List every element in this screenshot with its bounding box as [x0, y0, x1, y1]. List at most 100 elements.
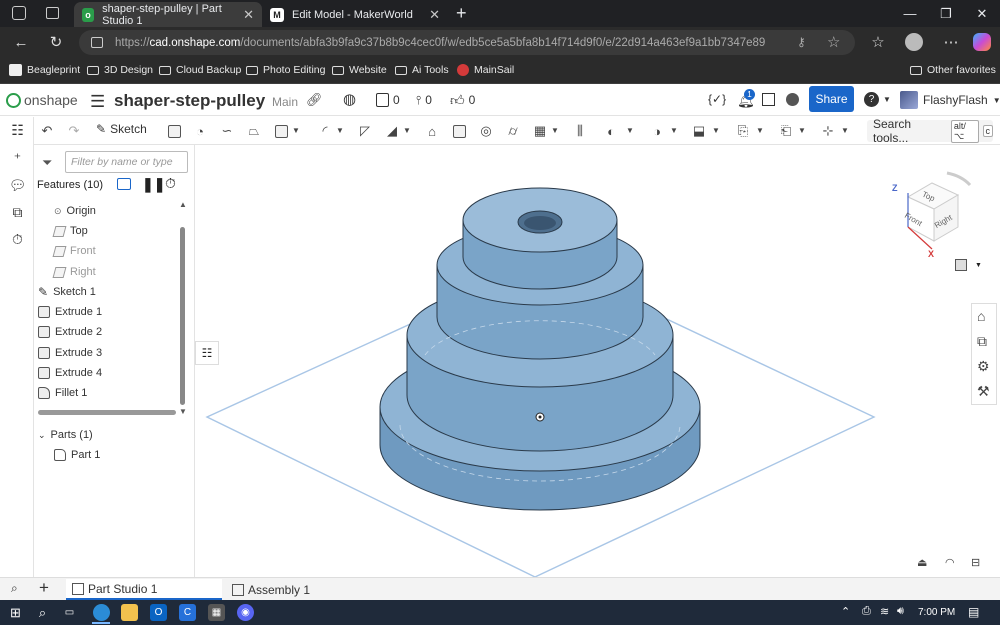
- back-icon[interactable]: ←: [9, 31, 33, 53]
- site-info-icon[interactable]: [91, 37, 103, 48]
- chevron-down-icon[interactable]: ▼: [403, 126, 411, 135]
- search-icon[interactable]: ⌕: [34, 604, 51, 621]
- mirror-icon[interactable]: ⫼: [571, 122, 589, 140]
- feature-extrude-1[interactable]: Extrude 1: [38, 303, 102, 321]
- loft-icon[interactable]: ⏢: [245, 122, 263, 140]
- restore-icon[interactable]: ❐: [929, 0, 963, 27]
- bookmark-cloud-backup[interactable]: Cloud Backup: [159, 64, 241, 76]
- model-canvas[interactable]: [195, 145, 1000, 578]
- refresh-icon[interactable]: ↻: [44, 31, 68, 53]
- appearance-panel-icon[interactable]: ⌂: [977, 308, 985, 324]
- hamburger-menu-icon[interactable]: ☰: [90, 92, 105, 112]
- workspaces-icon[interactable]: [12, 6, 26, 20]
- user-menu[interactable]: FlashyFlash ▼: [900, 91, 1000, 109]
- likes-button[interactable]: 👍︎ 0: [450, 91, 475, 109]
- rib-icon[interactable]: ⌂: [423, 122, 441, 140]
- favorites-icon[interactable]: ☆: [866, 31, 890, 53]
- network-icon[interactable]: ⎙: [862, 605, 871, 618]
- search-tools-button[interactable]: Search tools... alt/⌥ c: [867, 117, 993, 145]
- history-icon[interactable]: ⏱︎: [9, 231, 26, 247]
- more-menu-icon[interactable]: ⋯: [939, 31, 963, 53]
- key-icon[interactable]: ⚷: [797, 35, 806, 49]
- feature-top-plane[interactable]: Top: [52, 222, 88, 240]
- clock[interactable]: 7:00 PM: [918, 607, 955, 618]
- chevron-down-icon[interactable]: ▼: [841, 126, 849, 135]
- comments-icon[interactable]: 💬︎: [9, 177, 27, 193]
- draft-icon[interactable]: ◢: [383, 122, 401, 140]
- app-store-icon[interactable]: [762, 93, 775, 106]
- onshape-logo[interactable]: onshape: [6, 92, 78, 108]
- chevron-down-icon[interactable]: ▼: [292, 126, 300, 135]
- shell-icon[interactable]: [450, 122, 468, 140]
- versions-button[interactable]: 0: [376, 91, 400, 109]
- revolve-icon[interactable]: ◔: [191, 122, 209, 140]
- chevron-down-icon[interactable]: ▼: [712, 126, 720, 135]
- mass-properties-icon[interactable]: ⧉: [977, 333, 987, 350]
- task-view-icon[interactable]: ▭: [61, 604, 78, 621]
- bookmark-3d-design[interactable]: 3D Design: [87, 64, 153, 76]
- edge-browser-icon[interactable]: [93, 604, 110, 621]
- feature-list-scrollbar[interactable]: [180, 227, 185, 405]
- document-name[interactable]: shaper-step-pulley: [114, 91, 265, 111]
- chevron-down-icon[interactable]: ▼: [756, 126, 764, 135]
- feature-fillet-1[interactable]: Fillet 1: [38, 384, 87, 402]
- chevron-down-icon[interactable]: ▼: [551, 126, 559, 135]
- thicken-icon[interactable]: [272, 122, 290, 140]
- view-cube[interactable]: Top Front Right Z X: [892, 167, 980, 267]
- extrude-icon[interactable]: [165, 122, 183, 140]
- insert-icon[interactable]: ⁺: [9, 150, 26, 166]
- minimize-icon[interactable]: —: [893, 0, 927, 27]
- feature-extrude-2[interactable]: Extrude 2: [38, 323, 102, 341]
- bookmark-other-favorites[interactable]: Other favorites: [910, 64, 996, 76]
- chevron-down-icon[interactable]: ▼: [670, 126, 678, 135]
- globe-icon[interactable]: ◍: [343, 90, 356, 108]
- chevron-down-icon[interactable]: ▼: [975, 262, 982, 269]
- bookmark-website[interactable]: Website: [332, 64, 387, 76]
- help-icon[interactable]: ?: [864, 92, 879, 107]
- help-menu-caret[interactable]: ▼: [883, 95, 891, 104]
- pattern-icon[interactable]: ▦: [531, 122, 549, 140]
- graphics-viewport[interactable]: Top Front Right Z X ▼ ☷ ⏏ ◠ ⊟: [195, 145, 1000, 578]
- transform-icon[interactable]: ⬓: [690, 122, 708, 140]
- hole-icon[interactable]: ◎: [477, 122, 495, 140]
- feature-filter-input[interactable]: Filter by name or type: [65, 151, 188, 173]
- feature-list-icon[interactable]: ☷: [9, 122, 26, 138]
- volume-icon[interactable]: 🔊︎: [897, 605, 904, 618]
- fillet-icon[interactable]: ◜: [316, 122, 334, 140]
- link-icon[interactable]: 🔗︎: [306, 92, 323, 108]
- tray-overflow-icon[interactable]: ⌃: [841, 605, 850, 618]
- url-field[interactable]: https://cad.onshape.com/documents/abfa3b…: [79, 30, 855, 55]
- feature-origin[interactable]: ⊙ Origin: [54, 202, 96, 220]
- part-item[interactable]: Part 1: [54, 446, 100, 464]
- split-icon[interactable]: ◑: [648, 122, 666, 140]
- measure-icon[interactable]: ⊟: [971, 556, 980, 569]
- favorite-star-icon[interactable]: ☆: [827, 33, 840, 51]
- windows-start-icon[interactable]: ⊞: [7, 604, 24, 621]
- scroll-up-icon[interactable]: ▲: [179, 200, 187, 209]
- branch-name[interactable]: Main: [272, 95, 298, 109]
- copilot-icon[interactable]: [973, 33, 991, 51]
- tab-assembly-1[interactable]: Assembly 1: [226, 579, 316, 600]
- variable-studio-icon[interactable]: {✓}: [708, 92, 726, 106]
- configurations-icon[interactable]: ⧉: [9, 204, 26, 220]
- pause-icon[interactable]: ❚❚: [142, 176, 165, 193]
- wifi-icon[interactable]: ≋: [880, 605, 889, 618]
- chevron-down-icon[interactable]: ▼: [798, 126, 806, 135]
- outlook-icon[interactable]: O: [150, 604, 167, 621]
- render-icon[interactable]: ⚙︎: [977, 358, 990, 375]
- chevron-down-icon[interactable]: ▼: [336, 126, 344, 135]
- new-tab-icon[interactable]: +: [456, 3, 467, 24]
- modify-fillet-icon[interactable]: ⎗: [777, 122, 795, 140]
- zoom-fit-icon[interactable]: ⏏: [917, 556, 927, 569]
- bookmark-beagleprint[interactable]: Beagleprint: [9, 64, 80, 76]
- add-folder-icon[interactable]: [117, 178, 131, 190]
- chamfer-icon[interactable]: ◸: [356, 122, 374, 140]
- horizontal-scrollbar[interactable]: [38, 410, 176, 415]
- sketch-button[interactable]: ✎ Sketch: [96, 122, 147, 136]
- redo-icon[interactable]: ↷: [65, 122, 83, 140]
- feature-right-plane[interactable]: Right: [52, 263, 96, 281]
- rollback-timer-icon[interactable]: ⏱︎: [165, 175, 176, 192]
- branches-button[interactable]: ⫯ 0: [416, 91, 432, 109]
- plane-icon[interactable]: ⊹: [819, 122, 837, 140]
- share-button[interactable]: Share: [809, 86, 854, 112]
